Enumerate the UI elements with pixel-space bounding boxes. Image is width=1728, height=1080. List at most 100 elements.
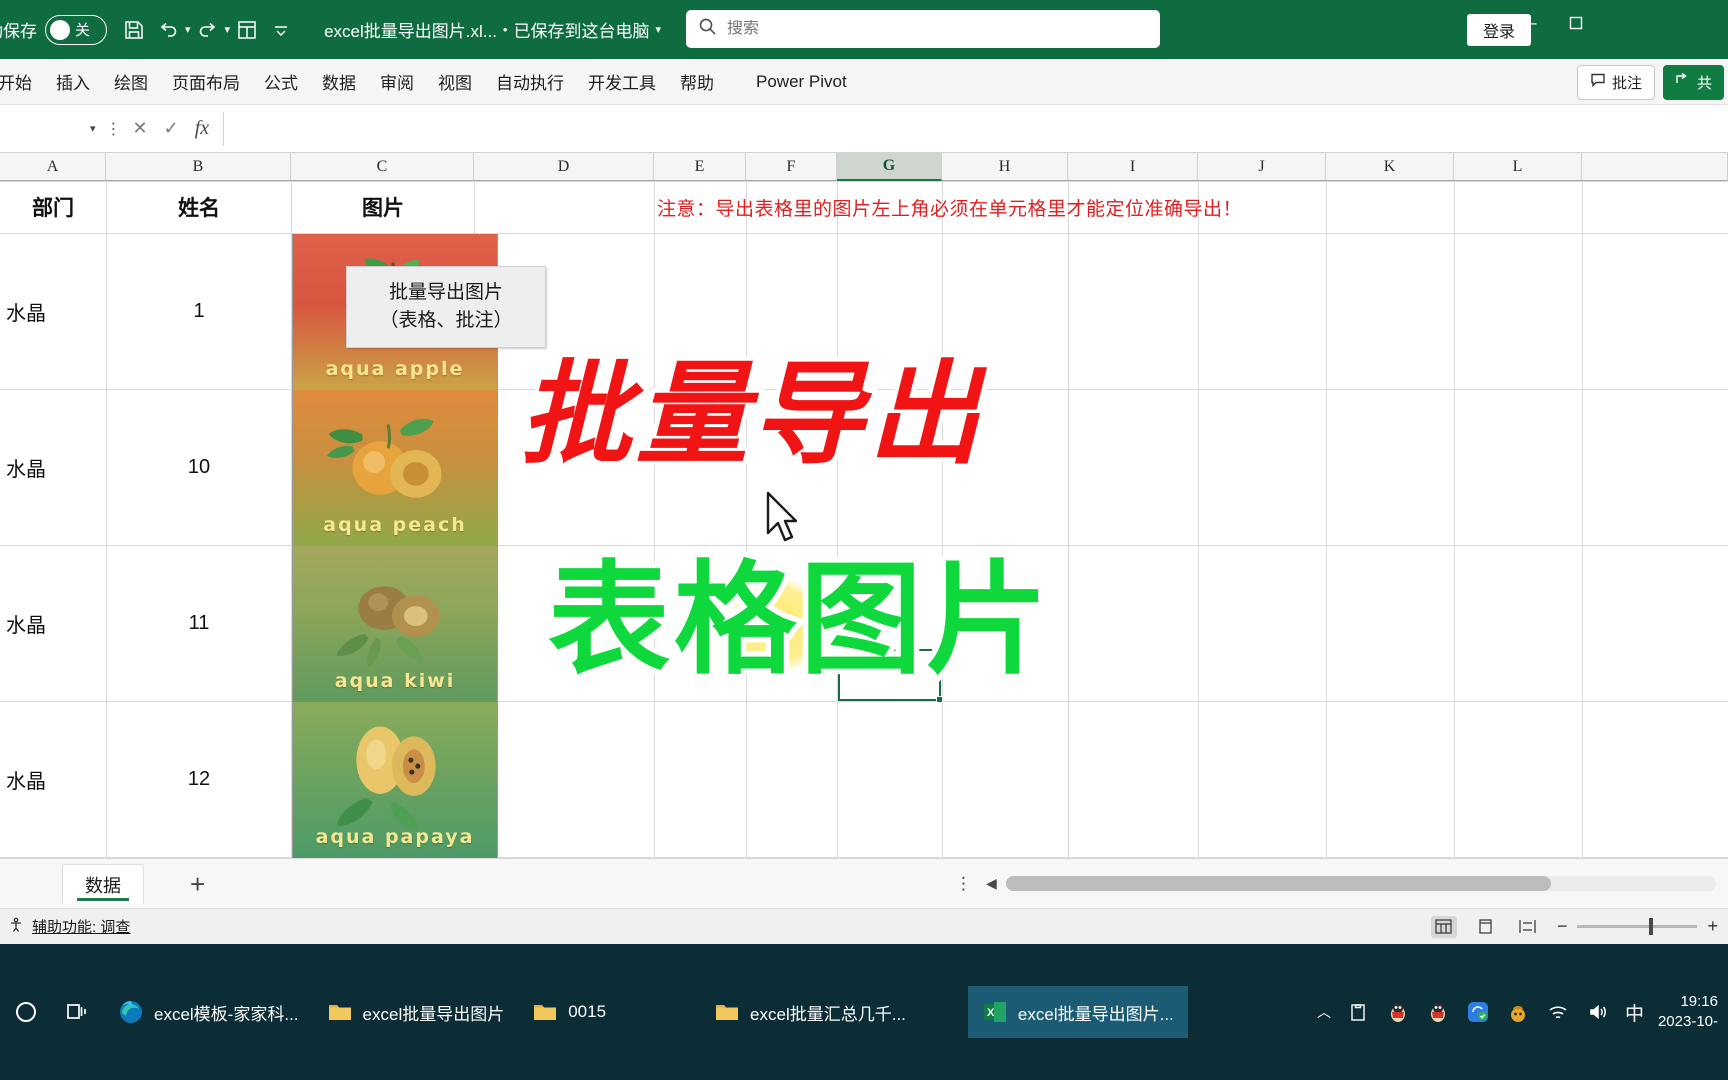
taskbar-item-folder-summary[interactable]: excel批量汇总几千...	[700, 986, 920, 1038]
tab-automate[interactable]: 自动执行	[484, 65, 576, 98]
column-header-C[interactable]: C	[291, 153, 474, 181]
column-header-J[interactable]: J	[1198, 153, 1326, 181]
autosave-control[interactable]: 动保存 关	[0, 14, 107, 45]
column-header-A[interactable]: A	[0, 153, 106, 181]
column-header-E[interactable]: E	[654, 153, 746, 181]
tab-page-layout[interactable]: 页面布局	[160, 65, 252, 98]
cell-B3[interactable]: 10	[107, 390, 291, 545]
tab-draw[interactable]: 绘图	[102, 65, 160, 98]
cell-A1[interactable]: 部门	[0, 181, 106, 233]
redo-icon[interactable]	[191, 13, 225, 47]
cell-warning-note[interactable]: 注意：导出表格里的图片左上角必须在单元格里才能定位准确导出！	[657, 181, 1242, 233]
comments-button[interactable]: 批注	[1576, 64, 1655, 100]
ime-indicator[interactable]: 中	[1625, 999, 1644, 1026]
toggle-knob	[50, 19, 70, 40]
formula-input[interactable]	[223, 111, 1728, 146]
save-icon[interactable]	[117, 13, 151, 47]
taskbar-item-folder-export[interactable]: excel批量导出图片	[313, 986, 519, 1038]
quick-access-more-icon[interactable]	[264, 13, 298, 47]
clock-date: 2023-10-	[1657, 1013, 1718, 1030]
search-box[interactable]	[686, 10, 1160, 48]
zoom-slider[interactable]	[1577, 918, 1698, 935]
picture-peach[interactable]: aqua peach	[292, 390, 498, 546]
column-header-H[interactable]: H	[942, 153, 1068, 181]
grid-body[interactable]: 部门 姓名 图片 注意：导出表格里的图片左上角必须在单元格里才能定位准确导出！ …	[0, 181, 1728, 858]
taskbar-item-folder-0015[interactable]: 0015	[518, 986, 620, 1038]
formula-bar: ▾ ⋮ ✕ ✓ fx	[0, 105, 1728, 153]
export-images-macro-button[interactable]: 批量导出图片 （表格、批注）	[346, 266, 546, 348]
cell-A2[interactable]: 水晶	[0, 234, 106, 389]
fill-handle[interactable]	[936, 696, 943, 703]
formula-bar-options-icon[interactable]: ⋮	[96, 119, 133, 139]
zoom-slider-knob[interactable]	[1649, 918, 1654, 935]
sheet-tab-data[interactable]: 数据	[62, 863, 144, 904]
column-header-L[interactable]: L	[1454, 153, 1582, 181]
qq-penguin-icon[interactable]	[1425, 999, 1451, 1025]
maximize-button[interactable]	[1552, 0, 1600, 46]
cell-A3[interactable]: 水晶	[0, 390, 106, 545]
cell-A5[interactable]: 水晶	[0, 702, 106, 857]
add-sheet-button[interactable]: +	[190, 871, 205, 897]
cell-B1[interactable]: 姓名	[107, 181, 291, 233]
column-header-M[interactable]	[1582, 153, 1728, 181]
document-title-chevron-icon[interactable]: ▾	[655, 23, 661, 36]
cell-B5[interactable]: 12	[107, 702, 291, 857]
column-header-D[interactable]: D	[474, 153, 654, 181]
taskbar-item-edge[interactable]: excel模板-家家科...	[104, 986, 313, 1038]
tab-review[interactable]: 审阅	[368, 65, 426, 98]
tab-view[interactable]: 视图	[426, 65, 484, 98]
document-title[interactable]: excel批量导出图片.xl... • 已保存到这台电脑 ▾	[324, 17, 661, 42]
column-header-I[interactable]: I	[1068, 153, 1198, 181]
horizontal-scrollbar-thumb[interactable]	[1006, 876, 1551, 891]
name-box[interactable]	[0, 114, 90, 144]
task-view-button[interactable]	[52, 1000, 104, 1024]
tab-developer[interactable]: 开发工具	[576, 65, 668, 98]
undo-icon[interactable]	[151, 13, 185, 47]
picture-kiwi[interactable]: aqua kiwi	[292, 546, 498, 702]
clock[interactable]: 19:16 2023-10-	[1658, 992, 1718, 1033]
start-button[interactable]	[0, 999, 52, 1025]
tab-data[interactable]: 数据	[310, 65, 368, 98]
sync-app-icon[interactable]	[1465, 999, 1491, 1025]
search-input[interactable]	[727, 20, 1148, 38]
clipboard-icon[interactable]	[1345, 999, 1371, 1025]
share-button[interactable]: 共	[1662, 64, 1724, 100]
minimize-button[interactable]: —	[1504, 0, 1552, 46]
notification-app-icon[interactable]	[1505, 999, 1531, 1025]
autosave-toggle[interactable]: 关	[45, 14, 107, 45]
column-header-G[interactable]: G	[837, 153, 942, 181]
insert-function-icon[interactable]: fx	[195, 117, 209, 140]
page-break-view-icon[interactable]	[1515, 916, 1541, 938]
tab-power-pivot[interactable]: Power Pivot	[744, 68, 859, 96]
tab-formulas[interactable]: 公式	[252, 65, 310, 98]
cell-B4[interactable]: 11	[107, 546, 291, 701]
confirm-entry-icon[interactable]: ✓	[164, 118, 179, 139]
horizontal-scrollbar[interactable]	[1006, 876, 1716, 891]
tab-help[interactable]: 帮助	[668, 65, 726, 98]
column-header-K[interactable]: K	[1326, 153, 1454, 181]
volume-icon[interactable]	[1585, 999, 1611, 1025]
normal-view-icon[interactable]	[1430, 915, 1457, 938]
accessibility-status[interactable]: 辅助功能: 调查	[8, 916, 130, 937]
cell-C1[interactable]: 图片	[292, 181, 474, 233]
column-header-B[interactable]: B	[106, 153, 291, 181]
cell-A4[interactable]: 水晶	[0, 546, 106, 701]
table-icon[interactable]	[230, 13, 264, 47]
tab-insert[interactable]: 插入	[44, 65, 102, 98]
hscroll-left-arrow[interactable]: ◀	[986, 875, 997, 892]
svg-text:X: X	[987, 1007, 995, 1019]
cancel-entry-icon[interactable]: ✕	[133, 118, 148, 139]
qq-penguin-icon[interactable]	[1385, 999, 1411, 1025]
tab-home[interactable]: 开始	[0, 65, 44, 98]
cell-B2[interactable]: 1	[107, 234, 291, 389]
zoom-control[interactable]: − +	[1557, 916, 1718, 937]
zoom-out-button[interactable]: −	[1557, 916, 1568, 937]
tray-expand-icon[interactable]: ︿	[1317, 1002, 1331, 1022]
taskbar-item-excel[interactable]: X excel批量导出图片...	[967, 986, 1188, 1038]
sheet-bar-more-icon[interactable]: ⋮	[955, 874, 973, 894]
page-layout-view-icon[interactable]	[1473, 916, 1499, 938]
wifi-icon[interactable]	[1545, 999, 1571, 1025]
zoom-in-button[interactable]: +	[1707, 916, 1718, 937]
column-header-F[interactable]: F	[746, 153, 837, 181]
picture-papaya[interactable]: aqua papaya	[292, 702, 498, 858]
